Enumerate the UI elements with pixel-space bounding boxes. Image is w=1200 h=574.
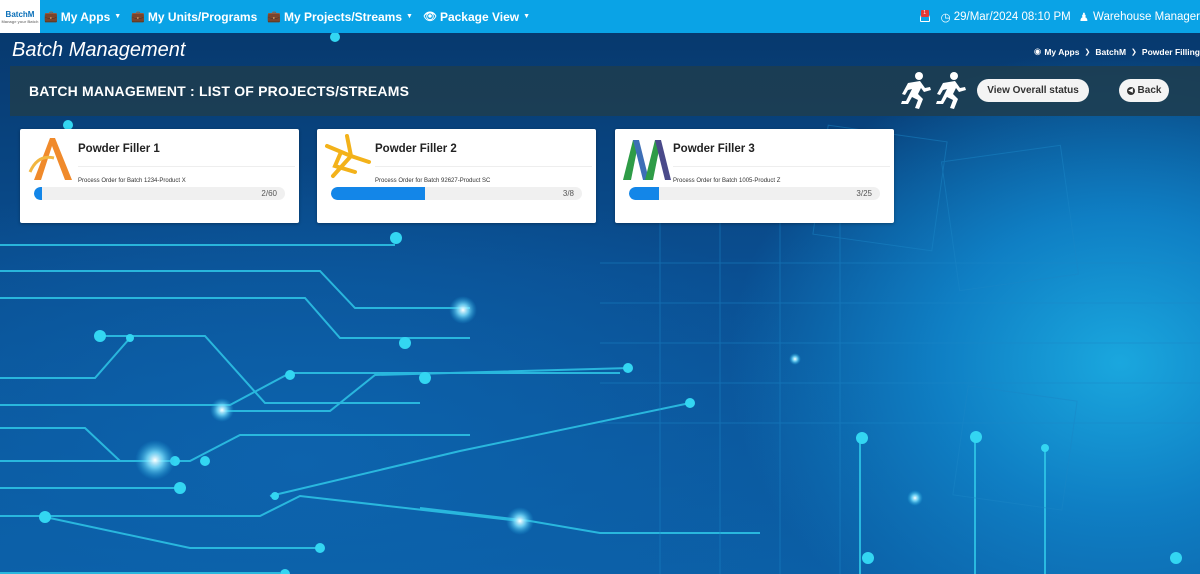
card-description: Process Order for Batch 1005-Product Z: [673, 178, 781, 184]
nav-my-apps[interactable]: 💼 My Apps ▼: [44, 10, 121, 24]
chevron-right-icon: ❯: [1131, 48, 1137, 56]
briefcase-icon: 💼: [267, 11, 281, 23]
caret-down-icon: ▼: [406, 13, 413, 20]
progress-fill: [629, 187, 660, 200]
orange-a-logo: [28, 138, 72, 180]
chevron-right-icon: ❯: [1084, 48, 1091, 56]
arrow-left-icon: ◀: [1126, 86, 1135, 95]
list-header-title: BATCH MANAGEMENT : LIST OF PROJECTS/STRE…: [29, 83, 410, 99]
yellow-star-logo: [325, 134, 371, 178]
briefcase-icon: 💼: [44, 11, 58, 23]
back-button[interactable]: ◀ Back: [1119, 79, 1169, 102]
caret-down-icon: ▼: [523, 13, 531, 20]
card-divider: [375, 166, 592, 167]
dashboard-icon: ◉: [1033, 46, 1042, 56]
user-icon: ♟: [1078, 11, 1090, 24]
card-title: Powder Filler 3: [673, 143, 755, 155]
top-navbar: BatchM Manage your Batch 💼 My Apps ▼ 💼 M…: [0, 0, 1200, 33]
card-title: Powder Filler 2: [375, 143, 457, 155]
card-divider: [78, 166, 295, 167]
green-blue-m-logo: [623, 140, 671, 180]
progress-fill: [331, 187, 426, 200]
progress-fill: [34, 187, 43, 200]
card-progress-bar: 3/25: [629, 187, 880, 200]
logo-text: BatchM: [5, 9, 35, 19]
view-overall-status-button[interactable]: View Overall status: [977, 79, 1089, 102]
breadcrumb: ◉ My Apps ❯ BatchM ❯ Powder Filling: [1034, 46, 1200, 57]
project-card-powder-filler-3[interactable]: Powder Filler 3 Process Order for Batch …: [615, 129, 894, 223]
app-logo[interactable]: BatchM Manage your Batch: [0, 0, 40, 33]
breadcrumb-powder-filling: Powder Filling: [1141, 46, 1200, 57]
card-progress-bar: 2/60: [34, 187, 285, 200]
back-label: Back: [1137, 85, 1162, 96]
card-divider: [673, 166, 890, 167]
nav-label: My Units/Programs: [147, 9, 258, 24]
nav-package-view[interactable]: 👁 Package View ▼: [423, 10, 530, 24]
caret-down-icon: ▼: [114, 13, 122, 20]
progress-count: 3/8: [562, 189, 574, 198]
breadcrumb-batchm[interactable]: BatchM: [1095, 47, 1126, 57]
briefcase-icon: 💼: [131, 11, 145, 23]
datetime-display: 29/Mar/2024 08:10 PM: [953, 10, 1071, 23]
card-description: Process Order for Batch 1234-Product X: [78, 178, 186, 184]
progress-count: 3/25: [856, 189, 872, 198]
breadcrumb-my-apps[interactable]: My Apps: [1044, 47, 1079, 57]
progress-count: 2/60: [261, 189, 277, 198]
nav-label: Package View: [439, 9, 520, 24]
page-title: Batch Management: [12, 39, 186, 61]
list-header-panel: BATCH MANAGEMENT : LIST OF PROJECTS/STRE…: [10, 66, 1200, 116]
clock-icon: ◷: [940, 11, 951, 24]
notification-badge: 1: [920, 9, 929, 17]
eye-icon: 👁: [422, 11, 437, 23]
nav-my-units-programs[interactable]: 💼 My Units/Programs: [131, 10, 257, 24]
user-name[interactable]: Warehouse Manager: [1093, 11, 1200, 23]
notification-bell-icon[interactable]: 1: [919, 9, 931, 24]
logo-subtitle: Manage your Batch: [1, 18, 39, 24]
nav-label: My Apps: [60, 9, 111, 24]
card-description: Process Order for Batch 92627-Product SC: [375, 178, 491, 184]
card-title: Powder Filler 1: [78, 143, 160, 155]
project-card-powder-filler-2[interactable]: Powder Filler 2 Process Order for Batch …: [317, 129, 596, 223]
nav-my-projects-streams[interactable]: 💼 My Projects/Streams ▼: [267, 10, 413, 24]
running-people-icon: [901, 72, 966, 109]
card-progress-bar: 3/8: [331, 187, 582, 200]
topbar-right: 1 ◷ 29/Mar/2024 08:10 PM ♟ Warehouse Man…: [919, 0, 1200, 33]
nav-label: My Projects/Streams: [283, 9, 403, 24]
project-card-powder-filler-1[interactable]: Powder Filler 1 Process Order for Batch …: [20, 129, 299, 223]
